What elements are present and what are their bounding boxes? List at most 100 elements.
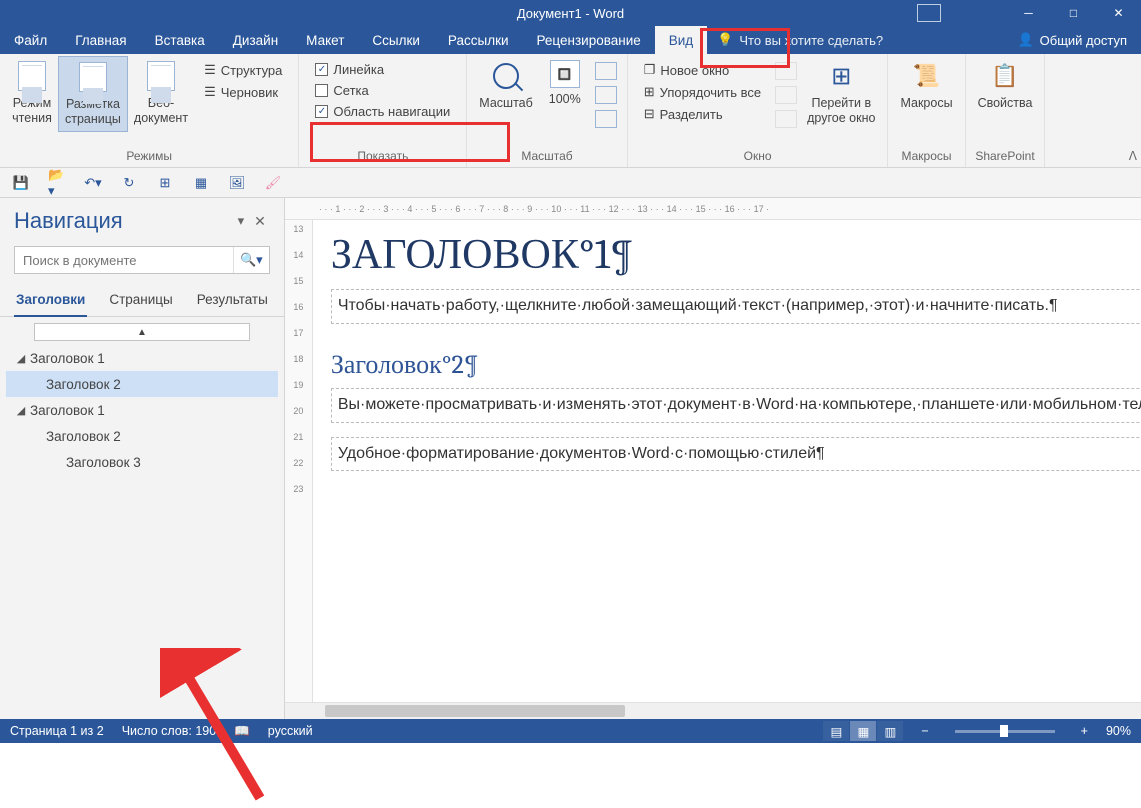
ruler-checkbox[interactable]: ✓Линейка <box>311 60 454 79</box>
format-painter-button[interactable]: 🖌 <box>264 174 282 192</box>
picture-button[interactable]: 🖼 <box>228 174 246 192</box>
ribbon-display-icon[interactable] <box>917 4 941 22</box>
split-button[interactable]: ⊟Разделить <box>640 104 765 124</box>
zoom-100-button[interactable]: 🔲100% <box>539 56 591 111</box>
nav-tab-headings[interactable]: Заголовки <box>14 288 87 317</box>
read-mode-view-button[interactable]: ▤ <box>823 721 849 741</box>
save-button[interactable]: 💾 <box>12 174 30 192</box>
heading-2[interactable]: Заголовок°2¶ <box>331 350 1141 380</box>
share-button[interactable]: 👤Общий доступ <box>1003 26 1141 54</box>
tab-insert[interactable]: Вставка <box>141 26 219 54</box>
table2-button[interactable]: ▦ <box>192 174 210 192</box>
tree-item[interactable]: ◢Заголовок 1 <box>6 397 278 423</box>
tree-item[interactable]: Заголовок 2 <box>6 371 278 397</box>
macros-button[interactable]: 📜Макросы <box>894 56 958 115</box>
chevron-down-icon: ◢ <box>12 352 30 365</box>
tab-view[interactable]: Вид <box>655 26 707 54</box>
search-icon[interactable]: 🔍▾ <box>233 247 269 273</box>
horizontal-ruler[interactable]: · · · 1 · · · 2 · · · 3 · · · 4 · · · 5 … <box>285 198 1141 220</box>
nav-tab-pages[interactable]: Страницы <box>107 288 174 316</box>
view-buttons: ▤ ▦ ▥ <box>823 721 903 741</box>
ribbon-group-show: ✓Линейка Сетка ✓Область навигации Показа… <box>299 54 467 167</box>
web-layout-view-button[interactable]: ▥ <box>877 721 903 741</box>
nav-pane-dropdown[interactable]: ▾ <box>232 213 251 229</box>
outline-button[interactable]: ☰Структура <box>200 60 286 80</box>
ribbon-group-window: ❐Новое окно ⊞Упорядочить все ⊟Разделить … <box>628 54 889 167</box>
tab-layout[interactable]: Макет <box>292 26 358 54</box>
tab-review[interactable]: Рецензирование <box>523 26 655 54</box>
side-by-side-button[interactable] <box>775 62 797 80</box>
tab-design[interactable]: Дизайн <box>219 26 292 54</box>
zoom-button[interactable]: Масштаб <box>473 56 538 115</box>
switch-windows-button[interactable]: ⊞Перейти вдругое окно <box>801 56 881 130</box>
properties-button[interactable]: 📋Свойства <box>972 56 1039 115</box>
ribbon-group-macros: 📜Макросы Макросы <box>888 54 965 167</box>
paragraph[interactable]: Вы·можете·просматривать·и·изменять·этот·… <box>331 388 1141 423</box>
status-bar: Страница 1 из 2 Число слов: 190 📖 русски… <box>0 719 1141 743</box>
collapse-ribbon-button[interactable]: ᐱ <box>1129 149 1137 163</box>
document-area: · · · 1 · · · 2 · · · 3 · · · 4 · · · 5 … <box>285 198 1141 719</box>
zoom-level[interactable]: 90% <box>1106 724 1131 738</box>
document-page[interactable]: ЗАГОЛОВОК°1¶ Чтобы·начать·работу,·щелкни… <box>313 220 1141 702</box>
open-button[interactable]: 📂▾ <box>48 174 66 192</box>
draft-icon: ☰ <box>204 84 216 100</box>
status-language[interactable]: русский <box>268 724 313 738</box>
window-title: Документ1 - Word <box>517 6 624 21</box>
navigation-pane-checkbox[interactable]: ✓Область навигации <box>311 102 454 121</box>
zoom-out-button[interactable]: − <box>921 724 928 738</box>
checkbox-icon <box>315 84 328 97</box>
tab-references[interactable]: Ссылки <box>358 26 434 54</box>
zoom-in-button[interactable]: + <box>1081 724 1088 738</box>
print-layout-button[interactable]: Разметкастраницы <box>58 56 128 132</box>
draft-button[interactable]: ☰Черновик <box>200 82 286 102</box>
one-page-button[interactable] <box>595 62 617 80</box>
tab-mailings[interactable]: Рассылки <box>434 26 523 54</box>
tab-home[interactable]: Главная <box>61 26 140 54</box>
expand-all-button[interactable]: ▲ <box>34 323 250 341</box>
undo-button[interactable]: ↶▾ <box>84 174 102 192</box>
vertical-ruler[interactable]: 1314151617181920212223 <box>285 220 313 702</box>
page-width-button[interactable] <box>595 110 617 128</box>
nav-search-input[interactable] <box>15 247 233 273</box>
checkbox-icon: ✓ <box>315 63 328 76</box>
close-button[interactable]: ✕ <box>1096 0 1141 26</box>
status-page[interactable]: Страница 1 из 2 <box>10 724 104 738</box>
paragraph[interactable]: Удобное·форматирование·документов·Word·с… <box>331 437 1141 472</box>
print-layout-view-button[interactable]: ▦ <box>850 721 876 741</box>
nav-search-box[interactable]: 🔍▾ <box>14 246 270 274</box>
nav-pane-close-button[interactable]: ✕ <box>250 213 270 230</box>
tree-item[interactable]: Заголовок 2 <box>6 423 278 449</box>
gridlines-checkbox[interactable]: Сетка <box>311 81 454 100</box>
tell-me[interactable]: 💡Что вы хотите сделать? <box>707 26 893 54</box>
web-layout-button[interactable]: Веб-документ <box>128 56 194 130</box>
reset-window-button[interactable] <box>775 110 797 128</box>
maximize-button[interactable]: □ <box>1051 0 1096 26</box>
tab-file[interactable]: Файл <box>0 26 61 54</box>
read-mode-button[interactable]: Режимчтения <box>6 56 58 130</box>
minimize-button[interactable]: ─ <box>1006 0 1051 26</box>
redo-button[interactable]: ↻ <box>120 174 138 192</box>
table-button[interactable]: ⊞ <box>156 174 174 192</box>
horizontal-scrollbar[interactable] <box>285 702 1141 719</box>
zoom-slider[interactable] <box>955 730 1055 733</box>
multi-page-button[interactable] <box>595 86 617 104</box>
zoom-slider-handle[interactable] <box>1000 725 1008 737</box>
nav-pane-title: Навигация <box>14 208 232 234</box>
paragraph[interactable]: Чтобы·начать·работу,·щелкните·любой·заме… <box>331 289 1141 324</box>
menu-bar: Файл Главная Вставка Дизайн Макет Ссылки… <box>0 26 1141 54</box>
tree-item[interactable]: Заголовок 3 <box>6 449 278 475</box>
sync-scroll-button[interactable] <box>775 86 797 104</box>
tree-item[interactable]: ◢Заголовок 1 <box>6 345 278 371</box>
status-spellcheck-icon[interactable]: 📖 <box>234 724 250 739</box>
heading-1[interactable]: ЗАГОЛОВОК°1¶ <box>331 230 1141 279</box>
quick-access-toolbar: 💾 📂▾ ↶▾ ↻ ⊞ ▦ 🖼 🖌 <box>0 168 1141 198</box>
status-word-count[interactable]: Число слов: 190 <box>122 724 217 738</box>
nav-tab-results[interactable]: Результаты <box>195 288 270 316</box>
scrollbar-thumb[interactable] <box>325 705 625 717</box>
nav-tree: ◢Заголовок 1 Заголовок 2 ◢Заголовок 1 За… <box>0 343 284 477</box>
chevron-down-icon: ◢ <box>12 404 30 417</box>
person-icon: 👤 <box>1017 32 1033 48</box>
new-window-button[interactable]: ❐Новое окно <box>640 60 765 80</box>
arrange-icon: ⊞ <box>644 84 655 100</box>
arrange-all-button[interactable]: ⊞Упорядочить все <box>640 82 765 102</box>
